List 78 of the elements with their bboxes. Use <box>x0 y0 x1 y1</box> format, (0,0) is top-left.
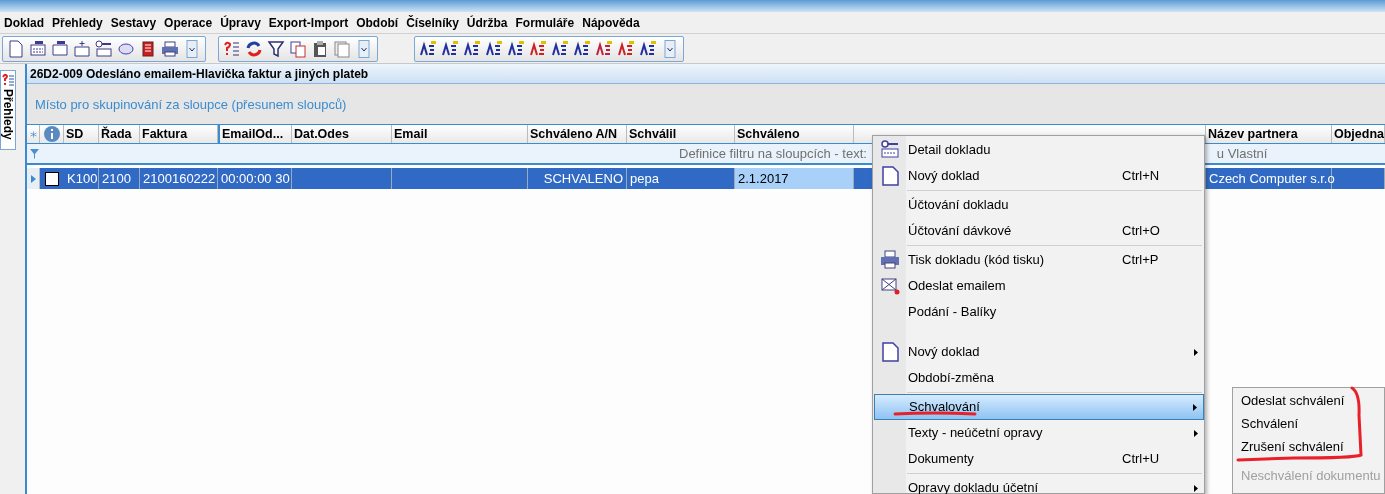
menu-item[interactable]: Dokumenty Ctrl+U <box>874 446 1204 472</box>
table-cell: 2.1.2017 <box>735 168 854 189</box>
info-icon <box>43 126 60 142</box>
column-header[interactable]: Schváleno <box>735 125 854 143</box>
form-icon[interactable] <box>51 39 69 58</box>
menu-item[interactable]: Schválení <box>1233 412 1307 435</box>
menu-item[interactable]: Úpravy <box>216 13 265 32</box>
menu-item[interactable]: Doklad <box>0 13 48 32</box>
menu-item[interactable]: Export-Import <box>264 13 353 32</box>
column-header[interactable]: Objedna <box>1332 125 1385 143</box>
document-icon <box>880 342 900 362</box>
letters-icon[interactable] <box>507 39 525 58</box>
panel-title: 26D2-009 Odesláno emailem-Hlavička faktur a jiných plateb <box>27 64 1385 84</box>
column-header[interactable]: Schválil <box>627 125 735 143</box>
menu-item[interactable]: Údržba <box>462 13 512 32</box>
menu-item[interactable]: Texty - neúčetní opravy <box>874 420 1204 446</box>
menu-item[interactable]: Číselníky <box>402 13 463 32</box>
column-header[interactable]: Faktura <box>140 125 218 143</box>
menu-item[interactable]: Zrušení schválení <box>1233 435 1352 458</box>
refresh-arrows-icon[interactable] <box>245 39 263 58</box>
column-header[interactable]: Dat.Odes <box>292 125 392 143</box>
menu-item[interactable]: Podání - Balíky <box>874 299 1204 325</box>
table-cell: 00:00:00 30 <box>218 168 292 189</box>
side-tab[interactable]: Přehledy <box>0 70 16 150</box>
filter-hint: u Vlastní <box>1216 144 1268 163</box>
column-header[interactable]: SD <box>64 125 99 143</box>
menu-item[interactable]: Účtování dávkové Ctrl+O <box>874 218 1204 244</box>
column-header[interactable]: Řada <box>99 125 140 143</box>
printer-icon[interactable] <box>161 39 179 58</box>
checkbox[interactable] <box>45 171 59 186</box>
menu-item[interactable]: Tisk dokladu (kód tisku) Ctrl+P <box>874 247 1204 273</box>
key-form-icon <box>880 140 900 160</box>
table-cell: K100 <box>64 168 99 189</box>
menu-item[interactable]: Formuláře <box>511 13 579 32</box>
letters-icon[interactable] <box>463 39 481 58</box>
side-tab-label: Přehledy <box>0 89 16 140</box>
menu-item[interactable]: Období <box>352 13 403 32</box>
letters-icon[interactable] <box>441 39 459 58</box>
menu-item[interactable]: Období-změna <box>874 365 1204 391</box>
column-header[interactable]: Název partnera <box>1206 125 1332 143</box>
letters-icon[interactable] <box>551 39 569 58</box>
table-cell: 2100160222 <box>140 168 218 189</box>
letters-icon[interactable] <box>529 39 547 58</box>
copy-document-icon[interactable] <box>289 39 307 58</box>
filter-icon[interactable] <box>267 39 285 58</box>
menu-item[interactable]: Účtování dokladu <box>874 192 1204 218</box>
letters-icon[interactable] <box>639 39 657 58</box>
menu-item[interactable]: Schvalování <box>874 394 1204 420</box>
table-cell: 2100 <box>99 168 140 189</box>
table-cell: SCHVALENO <box>528 168 627 189</box>
help-list-icon <box>1 73 15 87</box>
form-icon[interactable] <box>29 39 47 58</box>
help-list-icon[interactable] <box>223 39 241 58</box>
table-cell: Czech Computer s.r.o <box>1206 168 1332 189</box>
clipboard-icon[interactable] <box>311 39 329 58</box>
letters-icon[interactable] <box>595 39 613 58</box>
mail-icon <box>880 276 900 296</box>
menu-item[interactable]: Nový doklad <box>874 339 1204 365</box>
menu-item[interactable]: Sestavy <box>106 13 161 32</box>
report-icon[interactable] <box>419 39 437 58</box>
letters-icon[interactable] <box>617 39 635 58</box>
menu-item[interactable]: Odeslat schválení <box>1233 389 1353 412</box>
menu-item[interactable]: Přehledy <box>48 13 107 32</box>
printer-icon <box>880 250 900 270</box>
filter-hint: Definice filtru na sloupcích - text: <box>679 144 867 163</box>
book-icon[interactable] <box>139 39 157 58</box>
group-hint: Místo pro skupinování za sloupce (přesunem sloupců) <box>27 84 1385 124</box>
folder-plus-icon[interactable] <box>73 39 91 58</box>
menu-item[interactable]: Nápověda <box>578 13 644 32</box>
column-header[interactable]: Email <box>392 125 528 143</box>
menu-item[interactable]: Operace <box>160 13 217 32</box>
column-header[interactable]: Schváleno A/N <box>528 125 627 143</box>
letters-icon[interactable] <box>485 39 503 58</box>
key-form-icon[interactable] <box>95 39 113 58</box>
menu-item[interactable]: Detail dokladu <box>874 137 1204 163</box>
letters-icon[interactable] <box>573 39 591 58</box>
menu-item[interactable]: Odeslat emailem <box>874 273 1204 299</box>
row-pointer-icon <box>30 174 36 183</box>
